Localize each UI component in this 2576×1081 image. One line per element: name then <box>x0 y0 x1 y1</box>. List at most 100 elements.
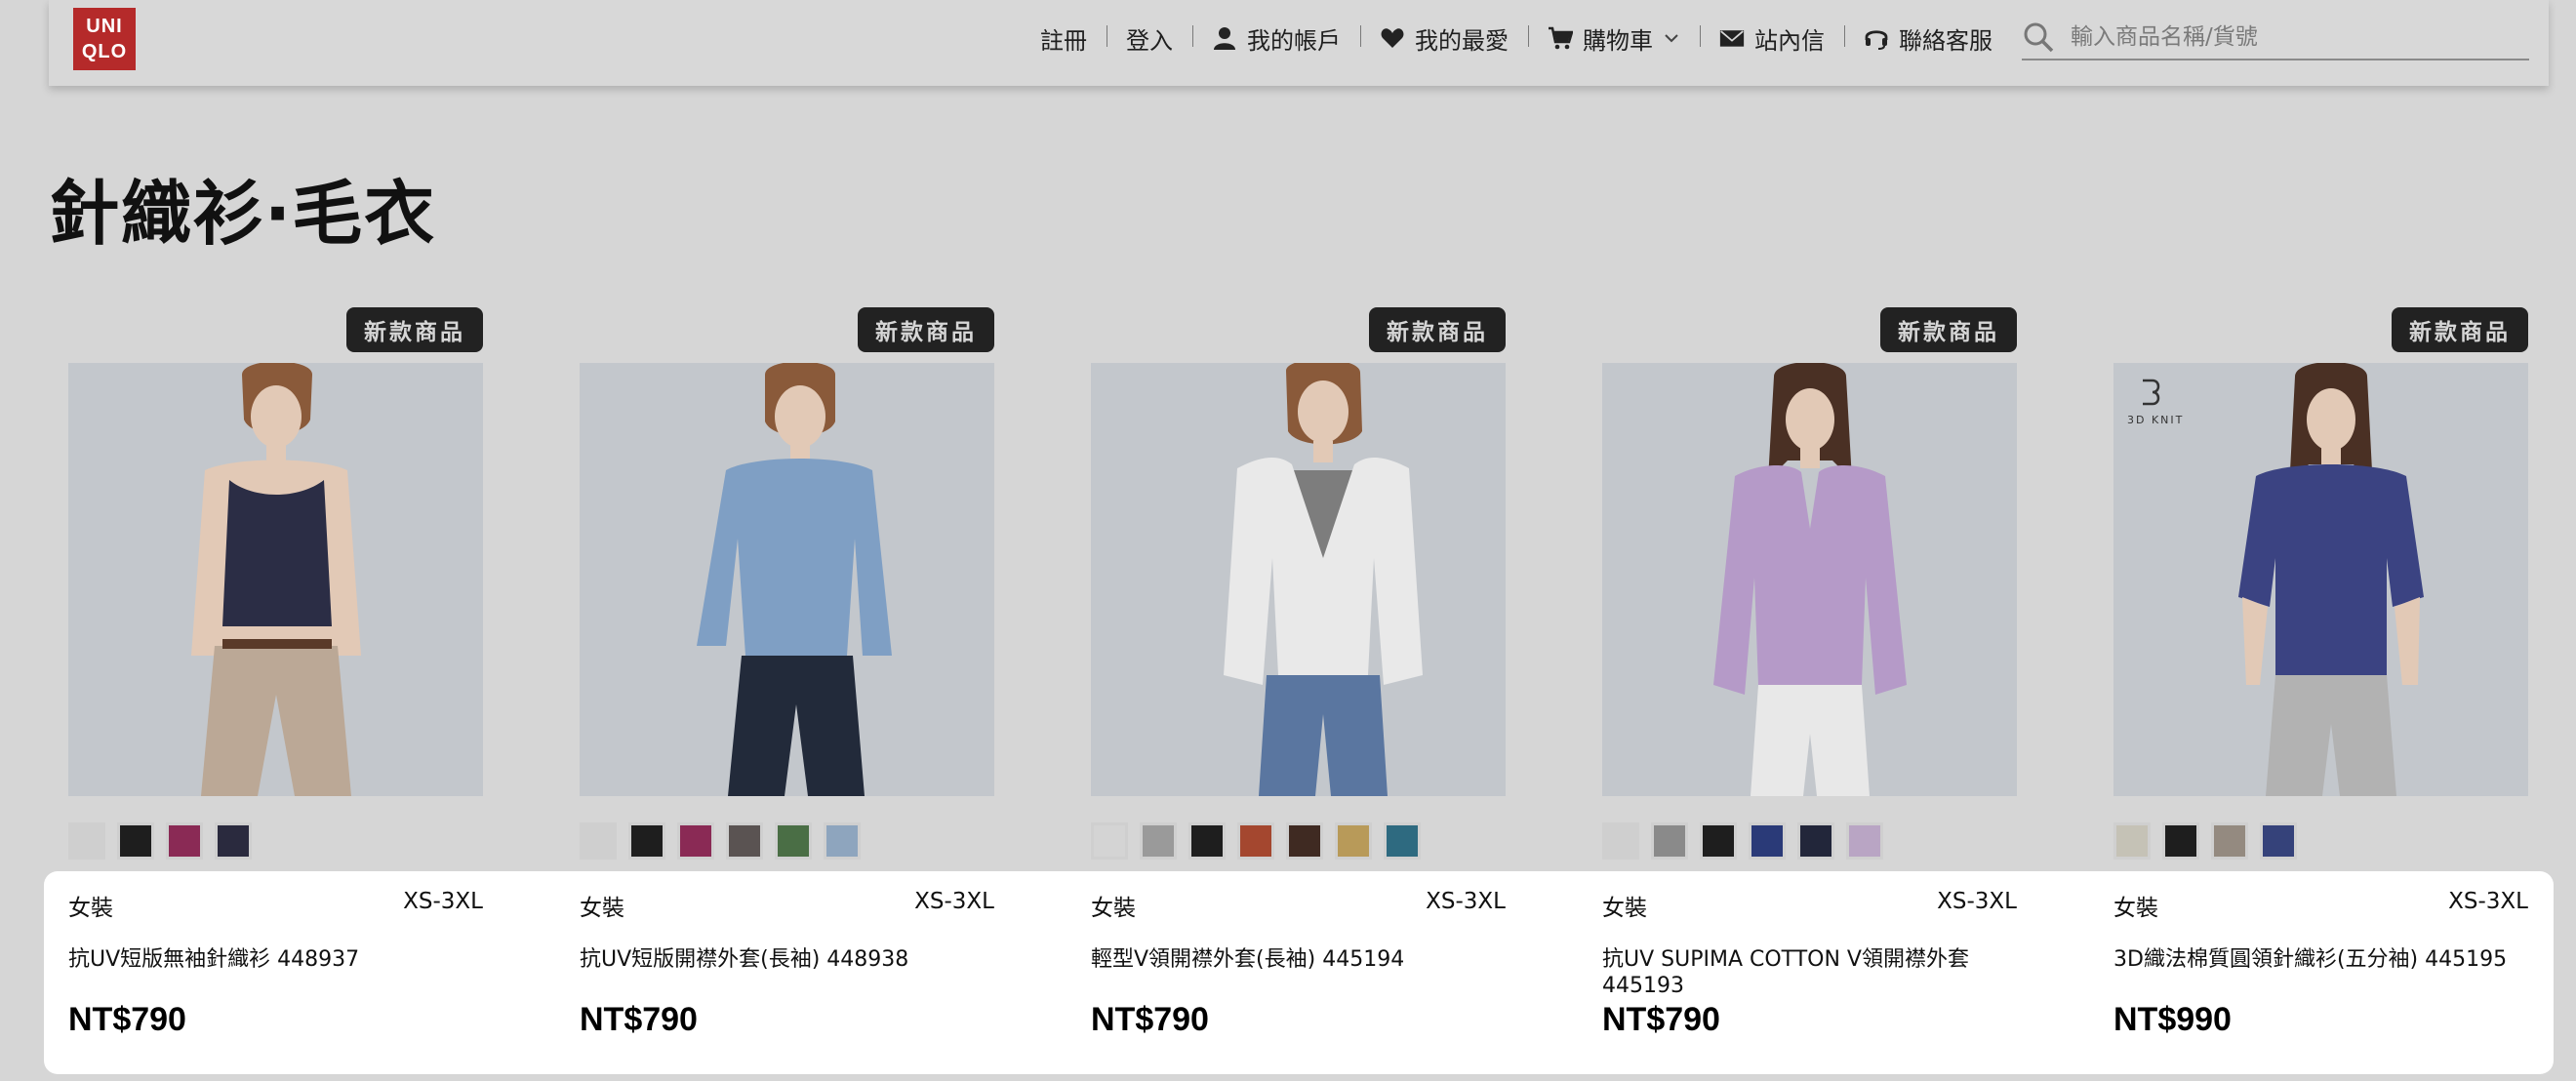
color-swatches <box>1091 822 1421 860</box>
new-item-badge: 新款商品 <box>858 307 994 352</box>
register-link[interactable]: 註冊 <box>1021 21 1107 56</box>
color-swatch[interactable] <box>726 822 763 860</box>
search-icon[interactable] <box>2022 20 2055 54</box>
product-name[interactable]: 抗UV短版開襟外套(長袖) 448938 <box>580 946 994 973</box>
model-photo-placeholder <box>1602 363 2017 796</box>
product-price: NT$990 <box>2113 1001 2232 1038</box>
favorites-label: 我的最愛 <box>1415 26 1509 55</box>
product-size-range: XS-3XL <box>914 889 994 914</box>
color-swatch[interactable] <box>1797 822 1834 860</box>
product-info[interactable]: 女裝 XS-3XL 3D織法棉質圓領針織衫(五分袖) 445195 NT$990 <box>2113 871 2528 1074</box>
product-category: 女裝 <box>1602 896 1647 921</box>
headset-icon <box>1865 30 1888 50</box>
product-image[interactable] <box>1091 363 1506 796</box>
color-swatch[interactable] <box>1846 822 1883 860</box>
color-swatch[interactable] <box>1651 822 1688 860</box>
support-link[interactable]: 聯絡客服 <box>1844 21 2012 56</box>
top-nav: 註冊 登入 我的帳戶 我的最愛 購物車 站內信 聯絡客服 輸入商品名稱/貨號 <box>1021 0 2549 76</box>
product-category: 女裝 <box>1091 896 1136 921</box>
product-price: NT$790 <box>1091 1001 1209 1038</box>
model-photo-placeholder <box>1091 363 1506 796</box>
support-label: 聯絡客服 <box>1899 26 1992 55</box>
color-swatch[interactable] <box>1091 822 1128 860</box>
account-link[interactable]: 我的帳戶 <box>1192 21 1360 56</box>
color-swatch[interactable] <box>580 822 617 860</box>
color-swatch[interactable] <box>1286 822 1323 860</box>
color-swatch[interactable] <box>628 822 665 860</box>
color-swatch[interactable] <box>1335 822 1372 860</box>
product-name[interactable]: 抗UV短版無袖針織衫 448937 <box>68 946 483 973</box>
product-name[interactable]: 輕型V領開襟外套(長袖) 445194 <box>1091 946 1506 973</box>
model-photo-placeholder <box>580 363 994 796</box>
product-size-range: XS-3XL <box>2448 889 2528 914</box>
color-swatch[interactable] <box>775 822 812 860</box>
color-swatch[interactable] <box>166 822 203 860</box>
chevron-down-icon <box>1665 34 1678 43</box>
color-swatch[interactable] <box>1140 822 1177 860</box>
search-bar <box>2022 16 2529 60</box>
color-swatches <box>1602 822 1883 860</box>
product-name[interactable]: 抗UV SUPIMA COTTON V領開襟外套 445193 <box>1602 946 2017 999</box>
product-info-row: 女裝 XS-3XL 抗UV短版無袖針織衫 448937 NT$790 女裝 XS… <box>68 871 2528 1074</box>
product-info[interactable]: 女裝 XS-3XL 抗UV短版無袖針織衫 448937 NT$790 <box>68 871 483 1074</box>
color-swatch[interactable] <box>677 822 714 860</box>
product-image[interactable] <box>68 363 483 796</box>
color-swatches <box>2113 822 2297 860</box>
product-size-range: XS-3XL <box>403 889 483 914</box>
color-swatch[interactable] <box>215 822 252 860</box>
page: UNI QLO 註冊 登入 我的帳戶 我的最愛 購物車 站內信 聯絡客服 輸入商… <box>0 0 2576 1081</box>
product-category: 女裝 <box>2113 896 2158 921</box>
product-size-range: XS-3XL <box>1937 889 2017 914</box>
product-price: NT$790 <box>1602 1001 1720 1038</box>
logo-line-2: QLO <box>81 41 128 62</box>
heart-icon <box>1381 28 1404 48</box>
product-category: 女裝 <box>580 896 624 921</box>
color-swatch[interactable] <box>2162 822 2199 860</box>
product-image[interactable] <box>580 363 994 796</box>
color-swatch[interactable] <box>1602 822 1639 860</box>
product-info[interactable]: 女裝 XS-3XL 輕型V領開襟外套(長袖) 445194 NT$790 <box>1091 871 1506 1074</box>
new-item-badge: 新款商品 <box>346 307 483 352</box>
product-name[interactable]: 3D織法棉質圓領針織衫(五分袖) 445195 <box>2113 946 2528 973</box>
login-label: 登入 <box>1126 26 1173 55</box>
color-swatch[interactable] <box>1188 822 1226 860</box>
envelope-icon <box>1719 30 1745 47</box>
product-image[interactable]: 3D KNIT <box>2113 363 2528 796</box>
search-input[interactable] <box>2069 23 2502 51</box>
messages-link[interactable]: 站內信 <box>1700 21 1844 56</box>
cart-link[interactable]: 購物車 <box>1528 21 1700 56</box>
color-swatches <box>68 822 252 860</box>
logo-line-1: UNI <box>86 16 123 37</box>
product-info[interactable]: 女裝 XS-3XL 抗UV短版開襟外套(長袖) 448938 NT$790 <box>580 871 994 1074</box>
color-swatch[interactable] <box>824 822 861 860</box>
product-category: 女裝 <box>68 896 113 921</box>
account-label: 我的帳戶 <box>1247 26 1341 55</box>
svg-text:3D KNIT: 3D KNIT <box>2127 414 2184 426</box>
login-link[interactable]: 登入 <box>1107 21 1192 56</box>
color-swatch[interactable] <box>117 822 154 860</box>
product-info-panel: 女裝 XS-3XL 抗UV短版無袖針織衫 448937 NT$790 女裝 XS… <box>44 871 2554 1074</box>
color-swatch[interactable] <box>2113 822 2151 860</box>
color-swatch[interactable] <box>1749 822 1786 860</box>
new-item-badge: 新款商品 <box>1369 307 1506 352</box>
color-swatch[interactable] <box>1700 822 1737 860</box>
product-info[interactable]: 女裝 XS-3XL 抗UV SUPIMA COTTON V領開襟外套 44519… <box>1602 871 2017 1074</box>
user-icon <box>1214 27 1235 50</box>
register-label: 註冊 <box>1040 26 1087 55</box>
new-item-badge: 新款商品 <box>1880 307 2017 352</box>
color-swatch[interactable] <box>1384 822 1421 860</box>
color-swatch[interactable] <box>2260 822 2297 860</box>
favorites-link[interactable]: 我的最愛 <box>1360 21 1528 56</box>
messages-label: 站內信 <box>1754 26 1825 55</box>
new-item-badge: 新款商品 <box>2392 307 2528 352</box>
color-swatch[interactable] <box>1237 822 1274 860</box>
product-price: NT$790 <box>68 1001 186 1038</box>
cart-icon <box>1549 26 1573 50</box>
product-size-range: XS-3XL <box>1426 889 1506 914</box>
color-swatch[interactable] <box>68 822 105 860</box>
product-image[interactable] <box>1602 363 2017 796</box>
color-swatch[interactable] <box>2211 822 2248 860</box>
model-photo-placeholder <box>68 363 483 796</box>
uniqlo-logo[interactable]: UNI QLO <box>73 8 136 70</box>
color-swatches <box>580 822 861 860</box>
